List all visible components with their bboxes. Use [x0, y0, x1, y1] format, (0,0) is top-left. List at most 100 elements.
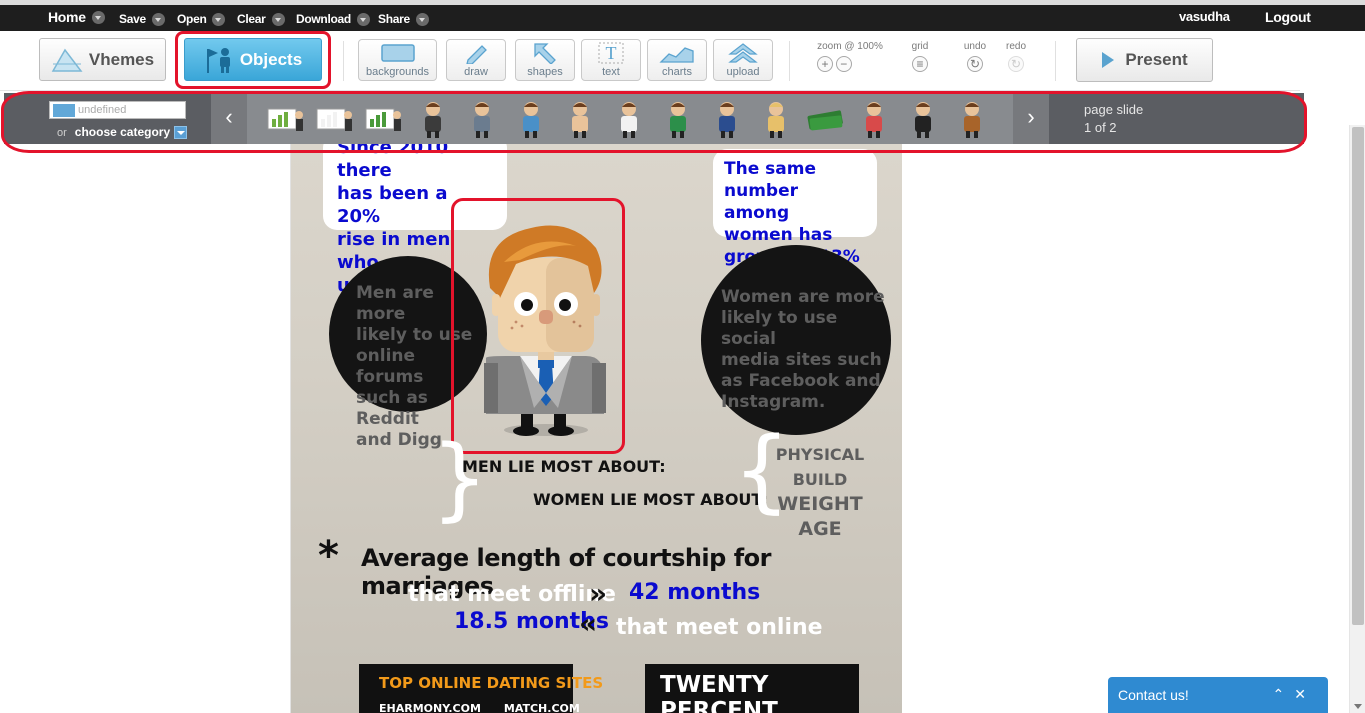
- box-line: TWENTY: [660, 672, 769, 698]
- dating-sites-list: EHARMONY.COM MATCH.COM: [379, 702, 580, 713]
- home-menu[interactable]: Home: [48, 9, 105, 25]
- save-menu[interactable]: Save: [119, 12, 165, 26]
- page-count: 1 of 2: [1084, 120, 1117, 135]
- search-input[interactable]: undefined: [49, 101, 186, 119]
- grid-icon[interactable]: ≡: [912, 56, 928, 72]
- businesswoman-icon: [424, 101, 441, 138]
- man-sign-icon[interactable]: [849, 97, 898, 140]
- slide-canvas[interactable]: Since 2010 there has been a 20% rise in …: [290, 144, 902, 713]
- object-strip: ‹ ›: [211, 93, 1049, 144]
- clear-menu[interactable]: Clear: [237, 12, 285, 26]
- chevron-down-icon: [91, 10, 105, 24]
- lie-item: WEIGHT: [777, 493, 863, 515]
- dating-sites-box[interactable]: TOP ONLINE DATING SITES EHARMONY.COM MAT…: [359, 664, 603, 713]
- man-suit-icon[interactable]: [898, 97, 947, 140]
- twenty-percent-box[interactable]: TWENTY PERCENT: [645, 664, 859, 713]
- next-arrow-icon[interactable]: ›: [1013, 93, 1049, 144]
- scrollbar[interactable]: [1349, 125, 1365, 713]
- redo-icon[interactable]: ↻: [1008, 56, 1024, 72]
- charts-button[interactable]: charts: [647, 39, 707, 81]
- scroll-down-icon[interactable]: [1354, 704, 1362, 709]
- woman-icon[interactable]: [751, 97, 800, 140]
- tab-objects[interactable]: Objects: [184, 38, 322, 81]
- home-label: Home: [48, 9, 86, 25]
- close-icon[interactable]: ✕: [1294, 686, 1316, 702]
- share-label: Share: [378, 12, 410, 26]
- stat-bubble-women[interactable]: The same number among women has grown by…: [713, 149, 877, 267]
- board-man-icon: [620, 101, 637, 138]
- zoom-in-icon[interactable]: +: [817, 56, 833, 72]
- chevron-down-icon: [212, 12, 226, 26]
- circle-text: Instagram.: [721, 392, 826, 412]
- board-man-icon[interactable]: [604, 97, 653, 140]
- draw-label: draw: [464, 66, 488, 78]
- logout-link[interactable]: Logout: [1265, 9, 1311, 25]
- tab-vhemes[interactable]: Vhemes: [39, 38, 166, 81]
- backgrounds-button[interactable]: backgrounds: [358, 39, 437, 81]
- presenter-man-icon[interactable]: [310, 97, 359, 140]
- page-slide-label: page slide: [1084, 102, 1144, 117]
- standing-man-icon[interactable]: [555, 97, 604, 140]
- download-menu[interactable]: Download: [296, 12, 370, 26]
- woman-icon: [767, 101, 784, 138]
- lie-item: AGE: [798, 518, 842, 540]
- present-label: Present: [1125, 50, 1188, 69]
- graph-man-icon: [669, 101, 686, 138]
- man-brown-icon[interactable]: [947, 97, 996, 140]
- chevron-down-icon: [271, 12, 285, 26]
- shapes-label: shapes: [527, 66, 563, 78]
- money-icon: [807, 109, 843, 130]
- contact-widget[interactable]: Contact us! ⌃✕: [1108, 677, 1328, 713]
- man-sign-icon: [865, 101, 882, 138]
- online-label[interactable]: that meet online: [616, 615, 823, 640]
- user-name[interactable]: vasudha: [1179, 9, 1230, 24]
- share-menu[interactable]: Share: [378, 12, 429, 26]
- pie-chart-man-icon: [365, 108, 401, 131]
- chevron-down-icon: [151, 12, 165, 26]
- category-select[interactable]: or choose category: [57, 125, 170, 139]
- vhemes-label: Vhemes: [88, 49, 155, 69]
- men-lie-heading[interactable]: MEN LIE MOST ABOUT:: [462, 457, 666, 476]
- grid-label: grid: [911, 41, 929, 52]
- open-menu[interactable]: Open: [177, 12, 226, 26]
- backgrounds-icon: [380, 44, 415, 62]
- upload-button[interactable]: upload: [713, 39, 773, 81]
- objects-label: Objects: [239, 49, 303, 69]
- present-button[interactable]: Present: [1076, 38, 1213, 82]
- prev-arrow-icon[interactable]: ‹: [211, 93, 247, 144]
- objects-bar: undefined or choose category ‹ › page sli…: [4, 93, 1304, 144]
- offline-value[interactable]: 42 months: [629, 580, 760, 605]
- pencil-icon: [466, 45, 487, 64]
- draw-button[interactable]: draw: [446, 39, 506, 81]
- search-value: undefined: [78, 104, 127, 116]
- chevron-down-icon[interactable]: [174, 126, 187, 139]
- chevron-up-icon[interactable]: ⌃: [1273, 686, 1295, 702]
- graph-man-icon[interactable]: [653, 97, 702, 140]
- pie-chart-man-icon[interactable]: [359, 97, 408, 140]
- guitar-man-icon[interactable]: [702, 97, 751, 140]
- shapes-button[interactable]: shapes: [515, 39, 575, 81]
- chart-man-icon[interactable]: [261, 97, 310, 140]
- vhemes-icon: [51, 48, 83, 72]
- text-icon: T: [598, 42, 624, 64]
- women-social-circle[interactable]: Women are more likely to use social medi…: [701, 245, 891, 435]
- area-chart-icon: [659, 47, 694, 63]
- bubble-text: among women has: [724, 203, 833, 245]
- lie-list[interactable]: PHYSICAL BUILD WEIGHT AGE: [756, 442, 884, 542]
- redo-control: redo ↻: [1003, 41, 1029, 72]
- undo-icon[interactable]: ↻: [967, 56, 983, 72]
- laptop-man-icon[interactable]: [506, 97, 555, 140]
- play-icon: [1102, 52, 1115, 68]
- robot-icon[interactable]: [457, 97, 506, 140]
- circle-text: media sites such: [721, 350, 882, 370]
- scrollbar-thumb[interactable]: [1352, 127, 1364, 625]
- businesswoman-icon[interactable]: [408, 97, 457, 140]
- zoom-out-icon[interactable]: −: [835, 56, 852, 72]
- money-icon[interactable]: [800, 97, 849, 140]
- download-label: Download: [296, 12, 351, 26]
- charts-label: charts: [662, 66, 692, 78]
- text-button[interactable]: T text: [581, 39, 641, 81]
- offline-label[interactable]: that meet offline: [408, 582, 616, 607]
- undo-label: undo: [963, 41, 987, 52]
- man-suit-icon: [914, 101, 931, 138]
